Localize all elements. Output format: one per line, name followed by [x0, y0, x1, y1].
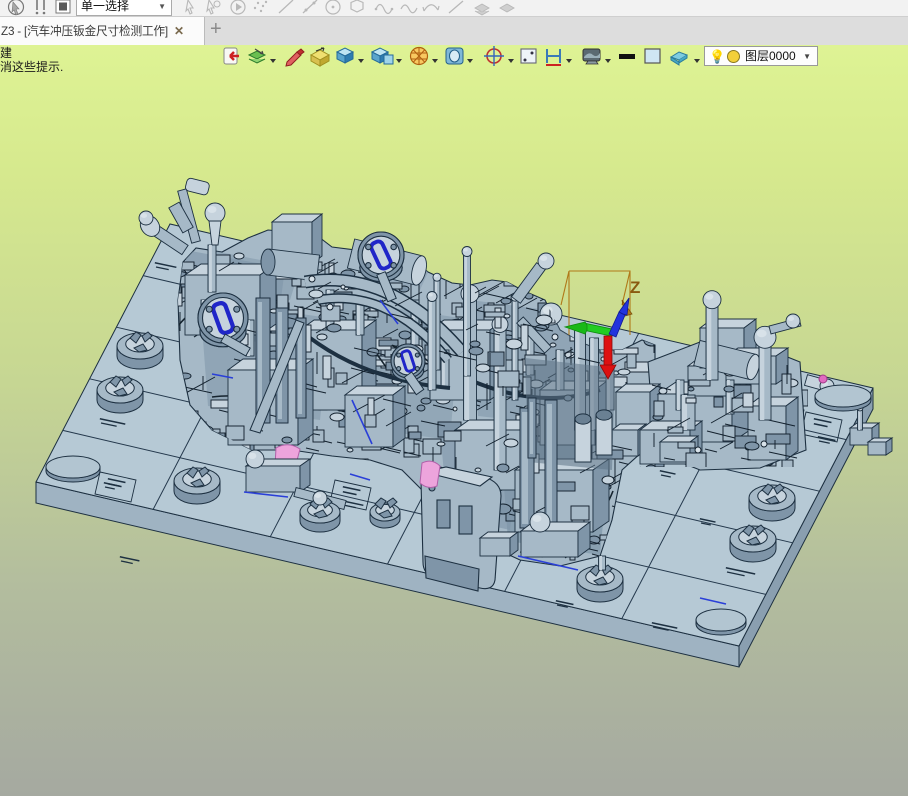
svg-text:Z: Z — [630, 278, 640, 297]
